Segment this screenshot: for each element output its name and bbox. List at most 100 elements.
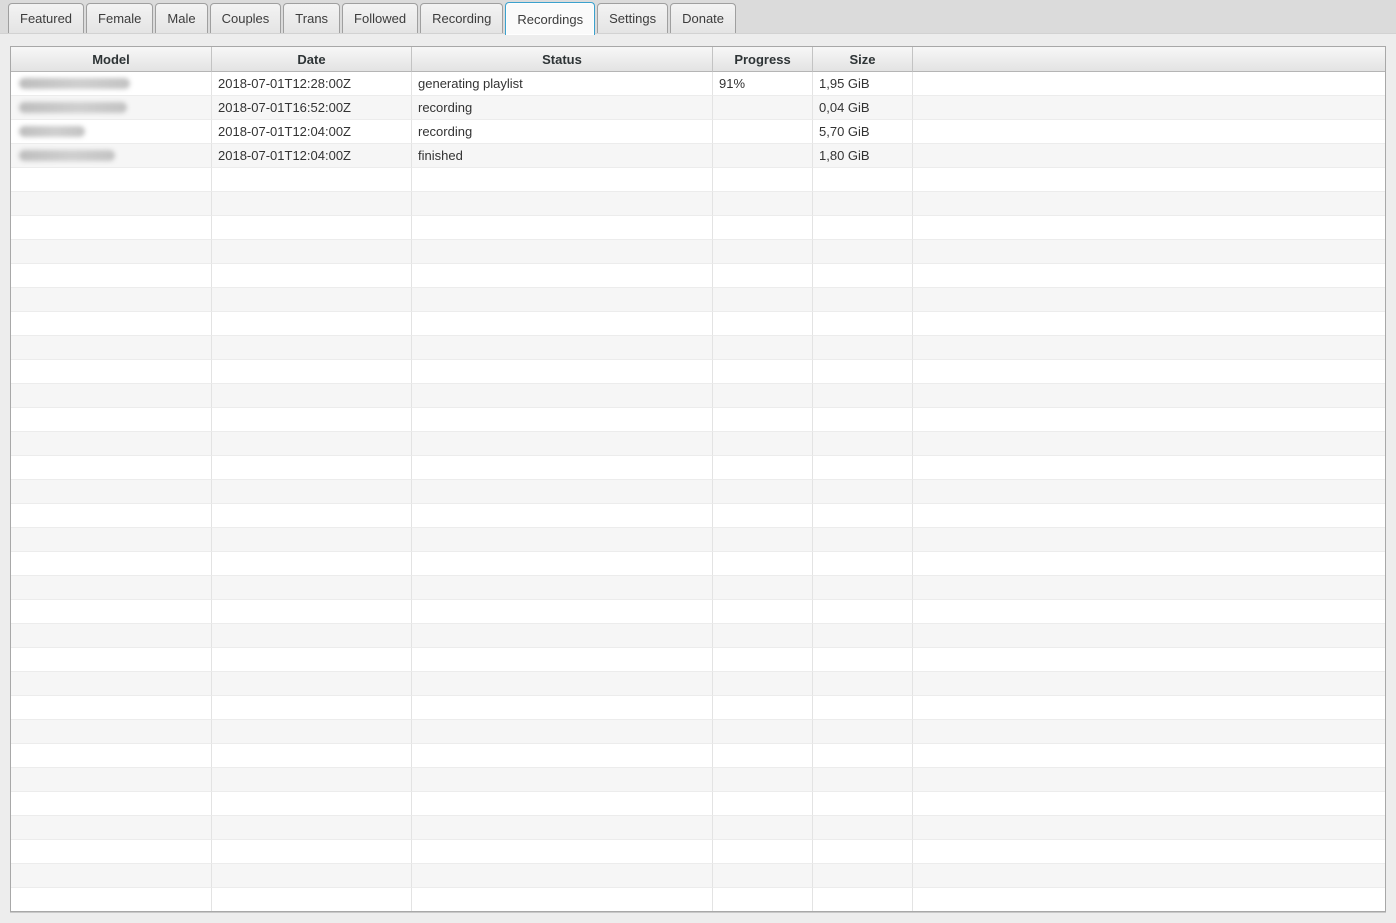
table-row-empty[interactable] [11, 864, 1385, 888]
cell-filler [913, 552, 1385, 576]
cell-size [813, 648, 913, 672]
redacted-model-name [19, 150, 115, 161]
column-header-model[interactable]: Model [11, 47, 212, 72]
cell-size [813, 528, 913, 552]
cell-size [813, 624, 913, 648]
cell-model [11, 264, 212, 288]
cell-status [412, 648, 713, 672]
cell-size [813, 840, 913, 864]
cell-progress [713, 408, 813, 432]
table-row-empty[interactable] [11, 360, 1385, 384]
cell-model [11, 288, 212, 312]
cell-model [11, 888, 212, 912]
tab-female[interactable]: Female [86, 3, 153, 33]
cell-date [212, 312, 412, 336]
cell-size [813, 192, 913, 216]
column-header-status[interactable]: Status [412, 47, 713, 72]
table-row-empty[interactable] [11, 792, 1385, 816]
table-row-empty[interactable] [11, 672, 1385, 696]
table-row-empty[interactable] [11, 456, 1385, 480]
column-header-progress[interactable]: Progress [713, 47, 813, 72]
tab-recordings[interactable]: Recordings [505, 2, 595, 35]
cell-filler [913, 888, 1385, 912]
cell-model [11, 456, 212, 480]
cell-model [11, 120, 212, 144]
table-row-empty[interactable] [11, 816, 1385, 840]
table-row-empty[interactable] [11, 768, 1385, 792]
cell-date [212, 552, 412, 576]
cell-status [412, 768, 713, 792]
table-row-empty[interactable] [11, 480, 1385, 504]
table-row[interactable]: 2018-07-01T12:04:00Z recording 5,70 GiB [11, 120, 1385, 144]
cell-date [212, 192, 412, 216]
tab-recording[interactable]: Recording [420, 3, 503, 33]
tab-couples[interactable]: Couples [210, 3, 282, 33]
table-row-empty[interactable] [11, 624, 1385, 648]
tab-featured[interactable]: Featured [8, 3, 84, 33]
table-row-empty[interactable] [11, 168, 1385, 192]
cell-progress [713, 768, 813, 792]
table-row-empty[interactable] [11, 312, 1385, 336]
cell-date [212, 456, 412, 480]
cell-filler [913, 576, 1385, 600]
cell-date [212, 432, 412, 456]
cell-filler [913, 120, 1385, 144]
table-row-empty[interactable] [11, 744, 1385, 768]
cell-status [412, 576, 713, 600]
table-row-empty[interactable] [11, 384, 1385, 408]
table-row-empty[interactable] [11, 288, 1385, 312]
tab-settings[interactable]: Settings [597, 3, 668, 33]
table-row-empty[interactable] [11, 552, 1385, 576]
cell-status [412, 744, 713, 768]
cell-date [212, 384, 412, 408]
cell-filler [913, 624, 1385, 648]
cell-progress [713, 480, 813, 504]
cell-model [11, 240, 212, 264]
cell-progress [713, 576, 813, 600]
cell-progress [713, 504, 813, 528]
table-row-empty[interactable] [11, 264, 1385, 288]
cell-model [11, 744, 212, 768]
table-row-empty[interactable] [11, 240, 1385, 264]
table-row-empty[interactable] [11, 192, 1385, 216]
table-row-empty[interactable] [11, 600, 1385, 624]
column-header-size[interactable]: Size [813, 47, 913, 72]
table-row[interactable]: 2018-07-01T16:52:00Z recording 0,04 GiB [11, 96, 1385, 120]
cell-size [813, 312, 913, 336]
cell-size [813, 888, 913, 912]
table-row-empty[interactable] [11, 408, 1385, 432]
table-row-empty[interactable] [11, 720, 1385, 744]
cell-progress [713, 792, 813, 816]
table-row-empty[interactable] [11, 888, 1385, 912]
cell-status [412, 336, 713, 360]
cell-status [412, 312, 713, 336]
cell-progress [713, 528, 813, 552]
content-area: Model Date Status Progress Size 2018-07-… [0, 34, 1396, 923]
table-row-empty[interactable] [11, 648, 1385, 672]
table-row[interactable]: 2018-07-01T12:28:00Z generating playlist… [11, 72, 1385, 96]
cell-filler [913, 360, 1385, 384]
tab-donate[interactable]: Donate [670, 3, 736, 33]
tab-label: Trans [295, 11, 328, 26]
tab-followed[interactable]: Followed [342, 3, 418, 33]
cell-size: 1,80 GiB [813, 144, 913, 168]
table-row-empty[interactable] [11, 504, 1385, 528]
table-row-empty[interactable] [11, 576, 1385, 600]
cell-date [212, 888, 412, 912]
cell-status [412, 864, 713, 888]
tab-male[interactable]: Male [155, 3, 207, 33]
tab-trans[interactable]: Trans [283, 3, 340, 33]
cell-progress [713, 120, 813, 144]
cell-date [212, 840, 412, 864]
table-row[interactable]: 2018-07-01T12:04:00Z finished 1,80 GiB [11, 144, 1385, 168]
table-row-empty[interactable] [11, 528, 1385, 552]
table-row-empty[interactable] [11, 336, 1385, 360]
table-row-empty[interactable] [11, 840, 1385, 864]
table-row-empty[interactable] [11, 216, 1385, 240]
table-row-empty[interactable] [11, 432, 1385, 456]
column-header-date[interactable]: Date [212, 47, 412, 72]
cell-progress [713, 648, 813, 672]
cell-model [11, 336, 212, 360]
table-row-empty[interactable] [11, 696, 1385, 720]
column-header-filler[interactable] [913, 47, 1385, 72]
